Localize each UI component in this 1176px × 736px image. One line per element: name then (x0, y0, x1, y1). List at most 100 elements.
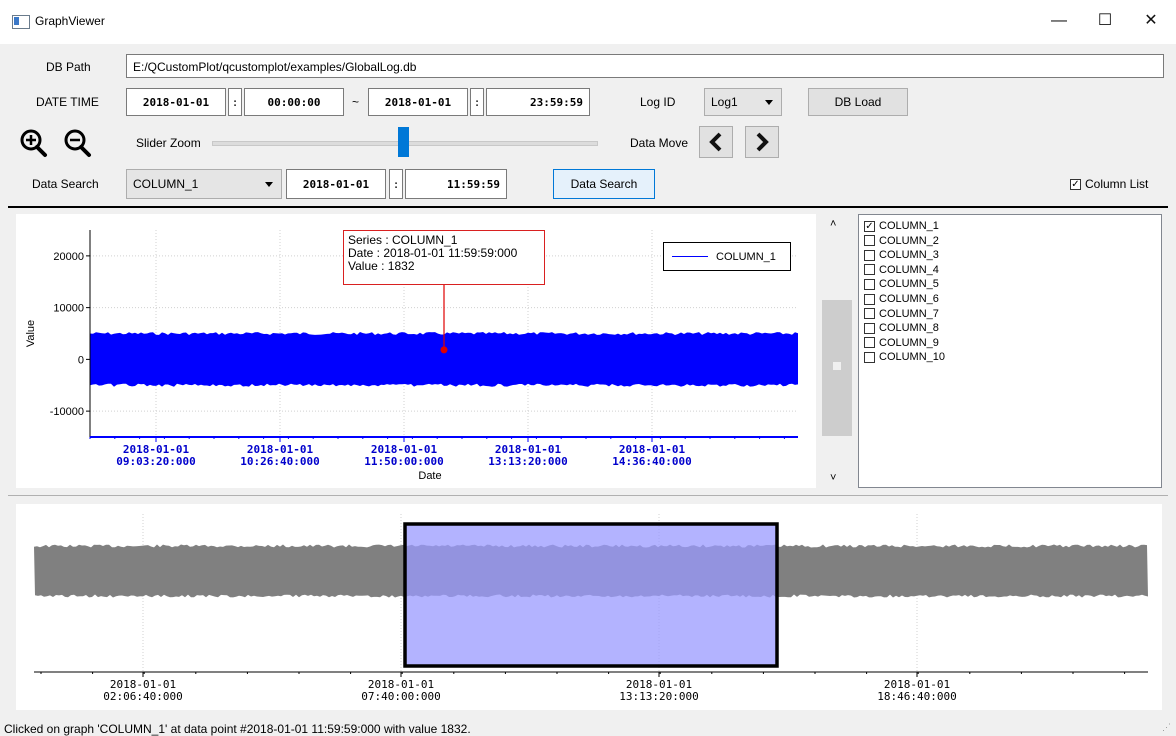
column-name: COLUMN_1 (879, 220, 939, 232)
end-date-input[interactable]: 2018-01-01 (368, 88, 468, 116)
column-list-item[interactable]: COLUMN_2 (864, 235, 939, 247)
header-separator (8, 206, 1168, 208)
range-tilde: ~ (352, 95, 360, 109)
column-name: COLUMN_2 (879, 234, 939, 247)
column-checkbox[interactable] (864, 293, 875, 305)
column-name: COLUMN_6 (879, 293, 939, 305)
x-tick-label-time: 13:13:20:000 (619, 690, 698, 703)
overview-chart-panel[interactable]: 2018-01-01 02:06:40:000 2018-01-01 07:40:00… (16, 504, 1162, 710)
column-checkbox[interactable] (864, 308, 875, 320)
column-list[interactable]: ✓ COLUMN_1 COLUMN_2 COLUMN_3 COLUMN_4 COLUMN_… (858, 214, 1162, 488)
zoom-out-icon[interactable] (60, 127, 96, 159)
column-list-item[interactable]: COLUMN_7 (864, 308, 939, 320)
column-name: COLUMN_7 (879, 307, 939, 320)
resize-grip-icon[interactable]: ⋰ (1162, 722, 1171, 733)
column-checkbox[interactable]: ✓ (864, 220, 875, 232)
y-axis-label: Value (25, 320, 37, 347)
y-tick-label: 10000 (53, 303, 84, 315)
x-tick-label-time: 09:03:20:000 (116, 455, 195, 468)
column-list-item[interactable]: COLUMN_10 (864, 351, 945, 363)
y-tick-label: 0 (78, 354, 84, 366)
column-list-checkbox[interactable]: ✓ (1070, 178, 1081, 190)
column-checkbox[interactable] (864, 322, 875, 334)
scrollbar-grip-icon (833, 362, 841, 370)
column-list-item[interactable]: COLUMN_3 (864, 249, 939, 261)
move-left-button[interactable] (699, 126, 733, 158)
logid-select[interactable]: Log1 (704, 88, 782, 116)
column-list-scrollbar[interactable]: ˄ ˅ (822, 214, 852, 490)
x-tick-label-time: 18:46:40:000 (877, 690, 956, 703)
column-list-item[interactable]: COLUMN_5 (864, 278, 939, 290)
column-checkbox[interactable] (864, 264, 875, 276)
highlight-point (440, 346, 448, 354)
column-name: COLUMN_10 (879, 351, 946, 364)
start-date-input[interactable]: 2018-01-01 (126, 88, 226, 116)
move-right-button[interactable] (745, 126, 779, 158)
column-checkbox[interactable] (864, 337, 875, 349)
db-path-label: DB Path (46, 60, 91, 74)
status-bar: Clicked on graph 'COLUMN_1' at data poin… (4, 722, 471, 736)
chart-legend: COLUMN_1 (663, 242, 791, 271)
data-tooltip: Series : COLUMN_1 Date : 2018-01-01 11:5… (343, 230, 545, 285)
search-column-select[interactable]: COLUMN_1 (126, 169, 282, 199)
data-search-label: Data Search (32, 177, 99, 191)
zoom-slider-thumb[interactable] (398, 127, 409, 157)
x-tick-label-time: 13:13:20:000 (488, 455, 567, 468)
column-checkbox[interactable] (864, 235, 875, 247)
logid-label: Log ID (640, 95, 676, 109)
search-date-input[interactable]: 2018-01-01 (286, 169, 386, 199)
chevron-down-icon (265, 182, 273, 187)
logid-value: Log1 (711, 95, 738, 109)
start-time-input[interactable]: 00:00:00 (244, 88, 344, 116)
maximize-button[interactable]: ☐ (1082, 6, 1128, 36)
legend-swatch (672, 256, 708, 257)
zoom-in-icon[interactable] (16, 127, 52, 159)
x-tick-label-time: 10:26:40:000 (240, 455, 319, 468)
scrollbar-thumb[interactable] (822, 300, 852, 436)
scroll-down-icon[interactable]: ˅ (830, 472, 836, 484)
column-checkbox[interactable] (864, 278, 875, 290)
db-load-button[interactable]: DB Load (808, 88, 908, 116)
y-tick-label: 20000 (53, 251, 84, 263)
column-list-item[interactable]: COLUMN_9 (864, 337, 939, 349)
chevron-left-icon (709, 132, 722, 152)
column-list-item[interactable]: COLUMN_6 (864, 293, 939, 305)
search-column-value: COLUMN_1 (133, 177, 199, 191)
data-search-button[interactable]: Data Search (553, 169, 655, 199)
column-name: COLUMN_3 (879, 249, 939, 262)
app-icon (12, 15, 30, 29)
column-list-item[interactable]: ✓ COLUMN_1 (864, 220, 939, 232)
x-tick-label-time: 02:06:40:000 (103, 690, 182, 703)
window-title: GraphViewer (35, 14, 105, 28)
title-bar: GraphViewer — ☐ ✕ (0, 0, 1176, 44)
tooltip-value: Value : 1832 (348, 259, 415, 273)
end-time-input[interactable]: 23:59:59 (486, 88, 590, 116)
minimize-button[interactable]: — (1036, 6, 1082, 36)
y-tick-label: -10000 (50, 406, 84, 418)
column-name: COLUMN_5 (879, 278, 939, 291)
scroll-up-icon[interactable]: ˄ (830, 218, 836, 230)
slider-zoom-label: Slider Zoom (136, 136, 201, 150)
selection-rect (403, 522, 779, 668)
column-list-item[interactable]: COLUMN_4 (864, 264, 939, 276)
column-list-toggle[interactable]: ✓ Column List (1070, 177, 1148, 191)
db-path-input[interactable]: E:/QCustomPlot/qcustomplot/examples/Glob… (126, 54, 1164, 78)
column-list-item[interactable]: COLUMN_8 (864, 322, 939, 334)
column-list-label: Column List (1085, 177, 1149, 191)
column-name: COLUMN_9 (879, 336, 939, 349)
column-checkbox[interactable] (864, 351, 875, 363)
column-checkbox[interactable] (864, 249, 875, 261)
splitter[interactable] (8, 495, 1168, 496)
x-tick-label-time: 07:40:00:000 (361, 690, 440, 703)
x-axis-label: Date (418, 470, 441, 482)
legend-label: COLUMN_1 (716, 250, 776, 263)
search-colon: : (389, 169, 403, 199)
overview-chart[interactable]: 2018-01-0102:06:40:0002018-01-0107:40:00… (16, 504, 1162, 710)
close-button[interactable]: ✕ (1128, 6, 1174, 36)
search-time-input[interactable]: 11:59:59 (405, 169, 507, 199)
x-tick-label-time: 11:50:00:000 (364, 455, 443, 468)
column-name: COLUMN_8 (879, 322, 939, 335)
end-colon: : (470, 88, 484, 116)
start-colon: : (228, 88, 242, 116)
x-tick-label-time: 14:36:40:000 (612, 455, 691, 468)
